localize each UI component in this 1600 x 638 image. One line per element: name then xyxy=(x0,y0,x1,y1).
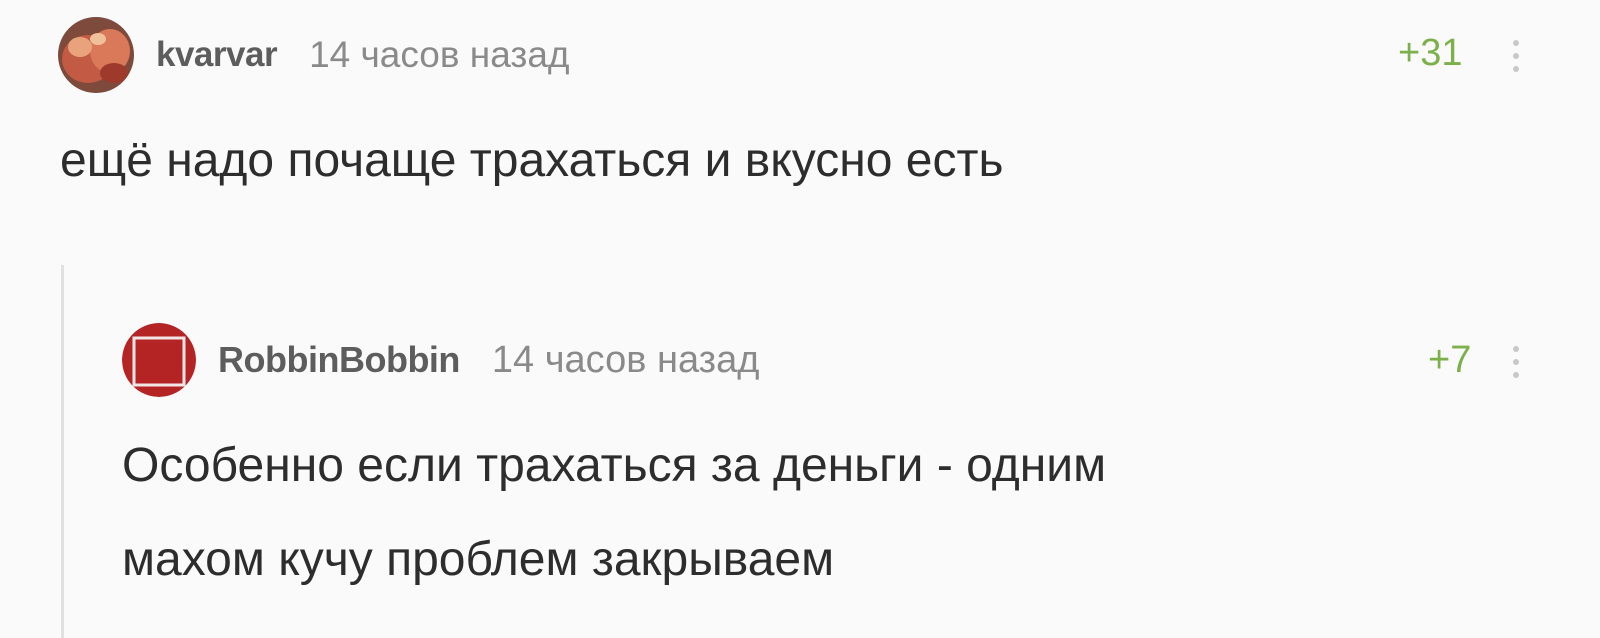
comment-text: ещё надо почаще трахаться и вкусно есть xyxy=(60,134,1004,187)
username[interactable]: RobbinBobbin xyxy=(218,339,460,381)
rating: +31 xyxy=(1398,32,1463,74)
user-avatar-icon xyxy=(122,323,196,397)
comment-header: kvarvar 14 часов назад xyxy=(58,17,570,93)
avatar[interactable] xyxy=(122,323,196,397)
more-options-icon[interactable] xyxy=(1511,346,1521,385)
avatar[interactable] xyxy=(58,17,134,93)
thread-line xyxy=(61,265,64,638)
more-options-icon[interactable] xyxy=(1511,40,1521,79)
user-avatar-icon xyxy=(58,17,134,93)
rating: +7 xyxy=(1428,339,1472,381)
timestamp[interactable]: 14 часов назад xyxy=(309,34,569,76)
username[interactable]: kvarvar xyxy=(156,35,278,75)
comment-text-line-1: Особенно если трахаться за деньги - одни… xyxy=(122,439,1107,492)
comment-header: RobbinBobbin 14 часов назад xyxy=(122,323,759,397)
comment-text-line-2: махом кучу проблем закрываем xyxy=(122,533,835,586)
timestamp[interactable]: 14 часов назад xyxy=(492,339,759,382)
